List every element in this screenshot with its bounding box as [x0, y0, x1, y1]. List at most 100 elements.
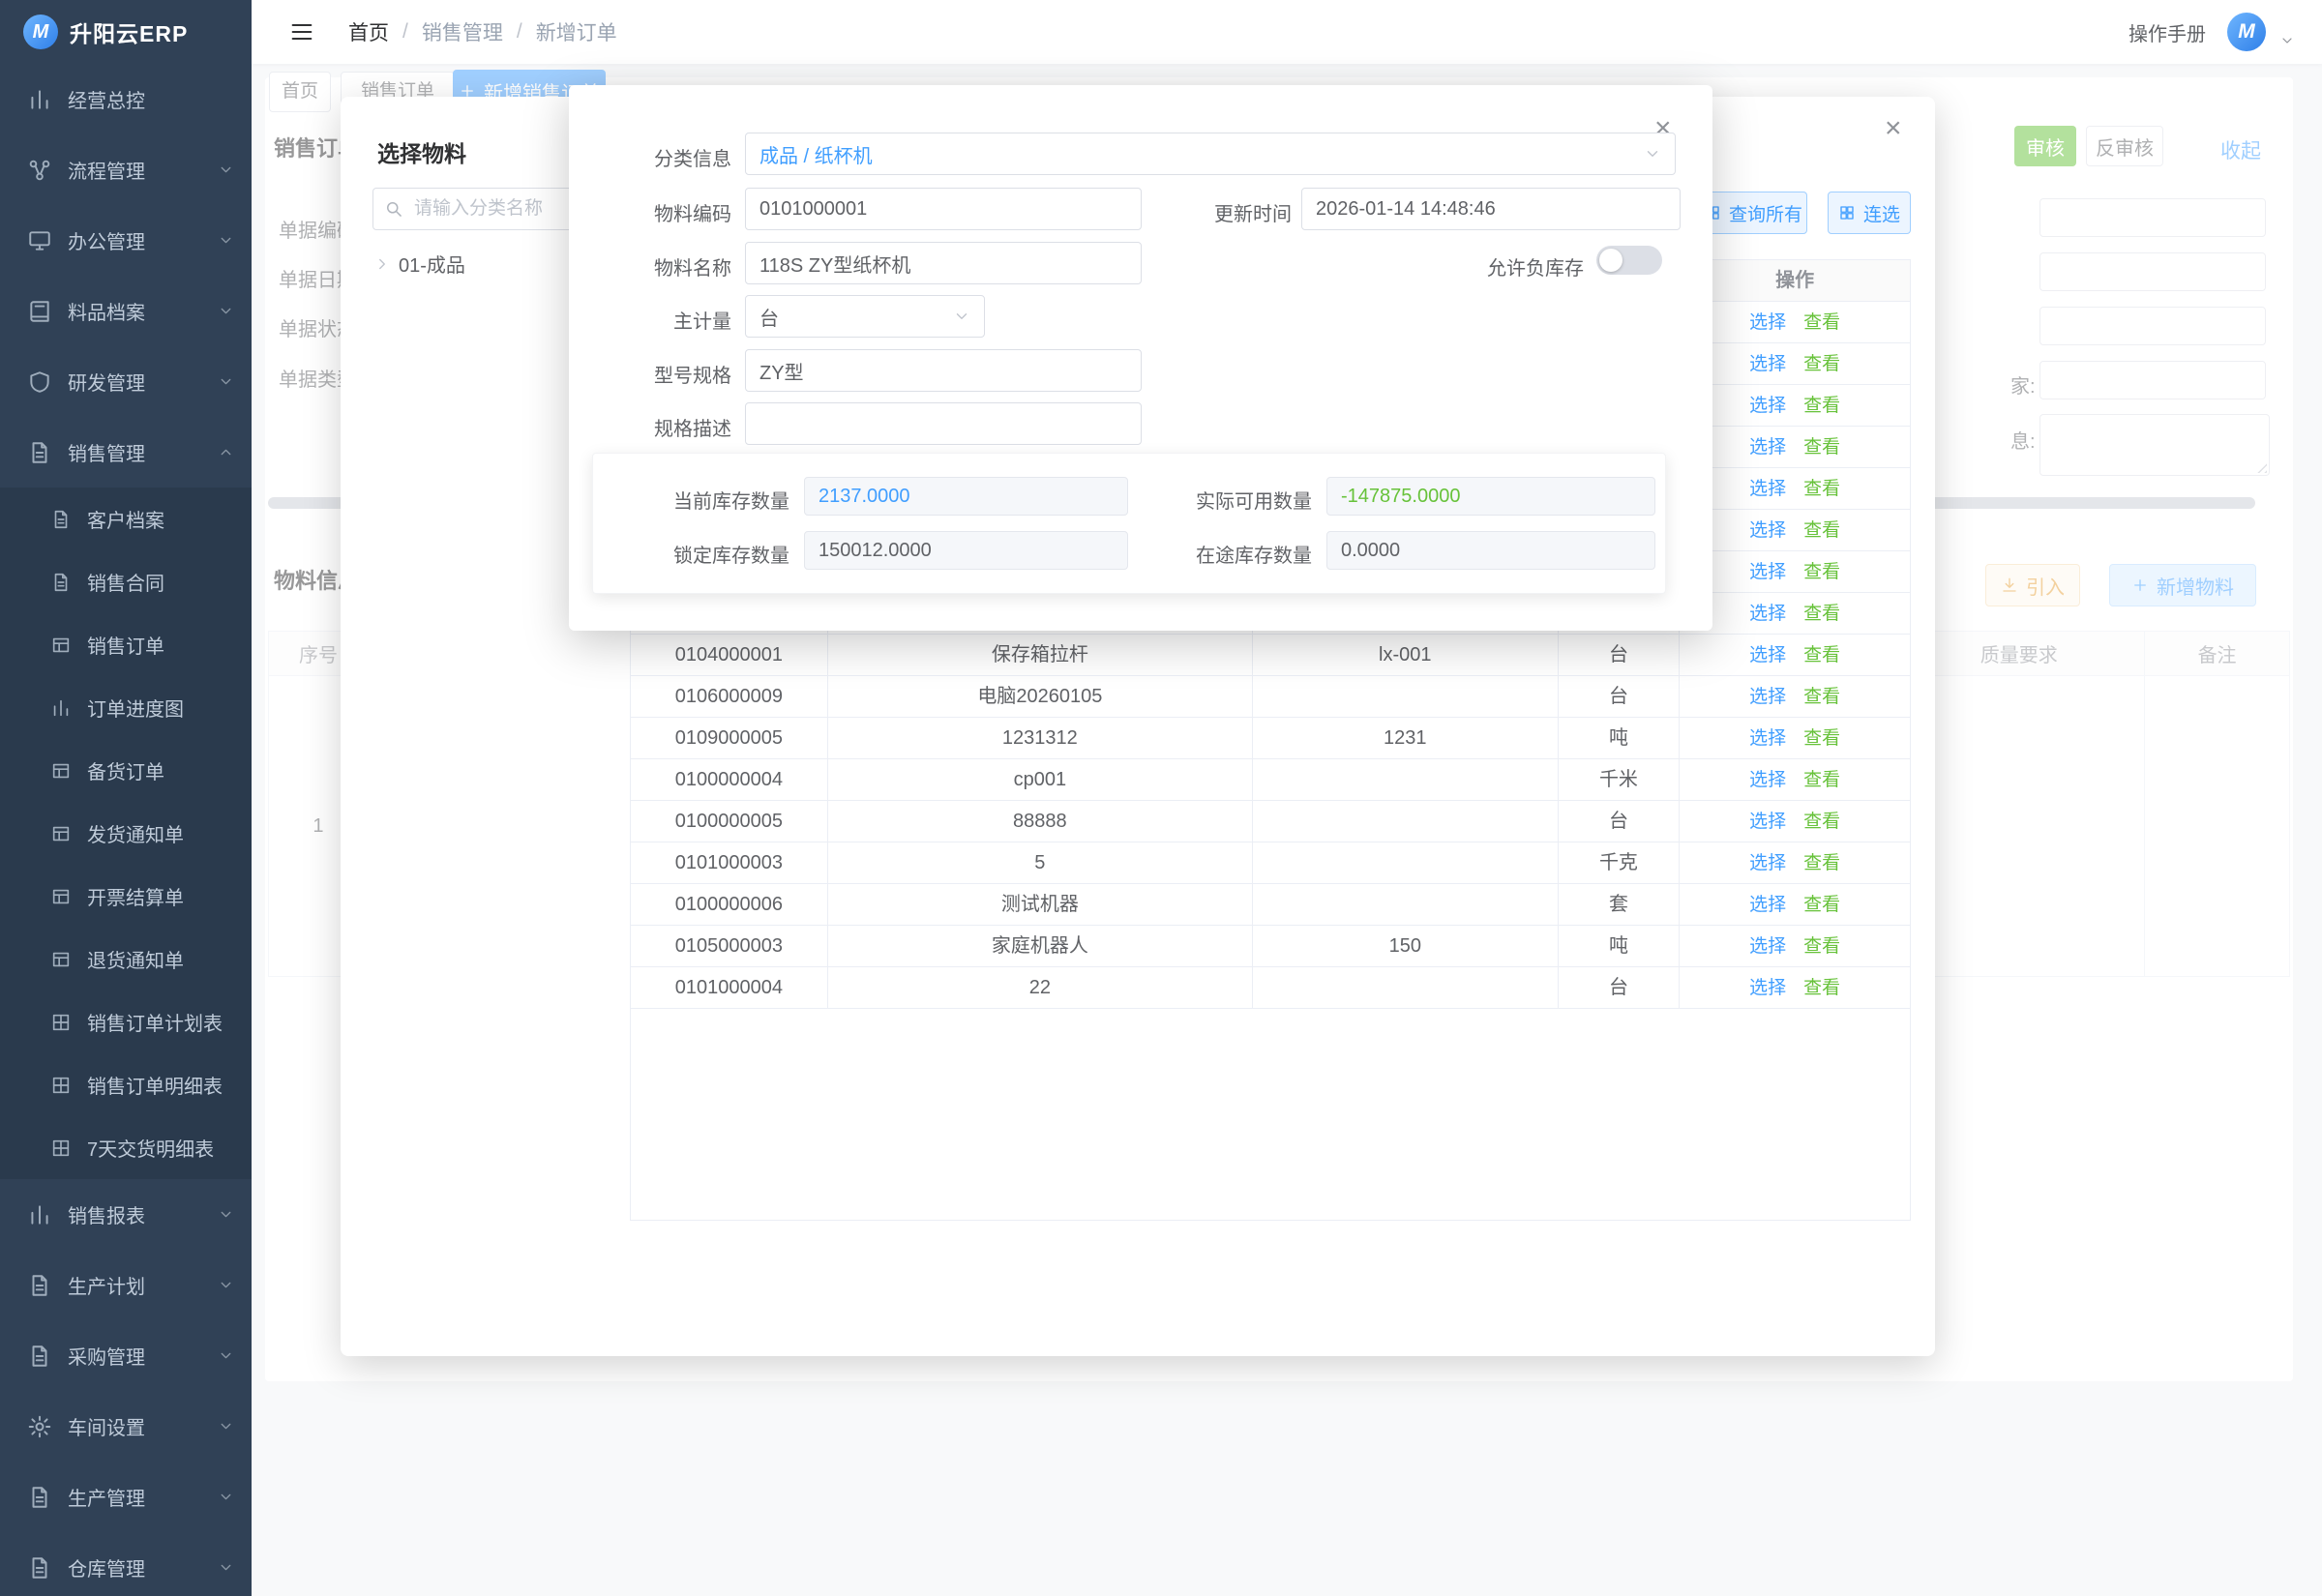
chevron-down-icon	[218, 1559, 234, 1576]
select-link[interactable]: 选择	[1749, 604, 1786, 624]
chevron-down-icon	[1644, 145, 1661, 163]
sidebar-collapse-icon[interactable]	[288, 18, 315, 45]
category-label: 分类信息	[596, 143, 731, 171]
select-link[interactable]: 选择	[1749, 812, 1786, 832]
select-link[interactable]: 选择	[1749, 687, 1786, 707]
transit-stock-input[interactable]	[1326, 531, 1655, 570]
select-link[interactable]: 选择	[1749, 396, 1786, 416]
select-link[interactable]: 选择	[1749, 978, 1786, 998]
chevron-down-icon[interactable]	[2279, 33, 2295, 48]
sidebar-subitem[interactable]: 销售订单计划表	[0, 990, 252, 1053]
select-link[interactable]: 选择	[1749, 354, 1786, 374]
sidebar-item[interactable]: 生产计划	[0, 1250, 252, 1320]
sidebar-subitem[interactable]: 7天交货明细表	[0, 1116, 252, 1179]
material-detail-dialog: × 分类信息 成品 / 纸杯机 物料编码 更新时间 物料名称 允许负库存 主计量…	[569, 85, 1712, 631]
material-code-input[interactable]	[745, 188, 1142, 230]
sidebar-item[interactable]: 销售报表	[0, 1179, 252, 1250]
category-tree-node[interactable]: 01-成品	[373, 250, 465, 278]
view-link[interactable]: 查看	[1803, 770, 1840, 790]
sidebar-item[interactable]: 办公管理	[0, 205, 252, 276]
select-link[interactable]: 选择	[1749, 437, 1786, 458]
view-link[interactable]: 查看	[1803, 354, 1840, 374]
select-link[interactable]: 选择	[1749, 312, 1786, 333]
sidebar-subitem-label: 退货通知单	[87, 945, 234, 973]
view-link[interactable]: 查看	[1803, 562, 1840, 582]
select-link[interactable]: 选择	[1749, 645, 1786, 665]
query-all-button[interactable]: 查询所有	[1699, 192, 1807, 234]
breadcrumb: 首页/销售管理/新增订单	[348, 17, 617, 46]
view-link[interactable]: 查看	[1803, 396, 1840, 416]
sidebar-item[interactable]: 仓库管理	[0, 1532, 252, 1596]
material-name-cell: 测试机器	[828, 884, 1253, 926]
view-link[interactable]: 查看	[1803, 479, 1840, 499]
material-name-cell: 5	[828, 842, 1253, 884]
select-link[interactable]: 选择	[1749, 770, 1786, 790]
material-spec-cell	[1253, 842, 1559, 884]
sidebar-item[interactable]: 生产管理	[0, 1462, 252, 1532]
sidebar-subitem[interactable]: 客户档案	[0, 488, 252, 550]
sidebar-subitem[interactable]: 销售合同	[0, 550, 252, 613]
category-select[interactable]: 成品 / 纸杯机	[745, 133, 1676, 175]
doc-icon	[27, 1344, 52, 1369]
sidebar-item[interactable]: 料品档案	[0, 276, 252, 346]
select-link[interactable]: 选择	[1749, 936, 1786, 957]
select-link[interactable]: 选择	[1749, 853, 1786, 873]
sidebar-subitem[interactable]: 退货通知单	[0, 928, 252, 990]
sidebar-subitem[interactable]: 备货订单	[0, 739, 252, 802]
view-link[interactable]: 查看	[1803, 812, 1840, 832]
sidebar-subitem[interactable]: 订单进度图	[0, 676, 252, 739]
sidebar-subitem[interactable]: 销售订单明细表	[0, 1053, 252, 1116]
select-link[interactable]: 选择	[1749, 728, 1786, 749]
breadcrumb-item[interactable]: 新增订单	[536, 17, 617, 46]
gear-icon	[27, 1414, 52, 1439]
select-link[interactable]: 选择	[1749, 479, 1786, 499]
sidebar-item[interactable]: 车间设置	[0, 1391, 252, 1462]
updated-time-input[interactable]	[1301, 188, 1681, 230]
select-link[interactable]: 选择	[1749, 562, 1786, 582]
locked-stock-input[interactable]	[804, 531, 1128, 570]
sidebar-subitem[interactable]: 销售订单	[0, 613, 252, 676]
select-link[interactable]: 选择	[1749, 520, 1786, 541]
material-name-cell: 22	[828, 967, 1253, 1009]
breadcrumb-item[interactable]: 首页	[348, 17, 389, 46]
material-name-input[interactable]	[745, 242, 1142, 284]
view-link[interactable]: 查看	[1803, 645, 1840, 665]
view-link[interactable]: 查看	[1803, 520, 1840, 541]
view-link[interactable]: 查看	[1803, 604, 1840, 624]
sidebar-item[interactable]: 销售管理	[0, 417, 252, 488]
material-op-cell: 选择查看	[1680, 676, 1910, 718]
negative-stock-toggle[interactable]	[1596, 246, 1662, 275]
sidebar-item-label: 销售管理	[68, 438, 218, 466]
model-input[interactable]	[745, 349, 1142, 392]
avatar[interactable]: M	[2227, 13, 2266, 51]
sidebar-item[interactable]: 流程管理	[0, 134, 252, 205]
close-icon[interactable]: ×	[1885, 114, 1902, 143]
view-link[interactable]: 查看	[1803, 312, 1840, 333]
view-link[interactable]: 查看	[1803, 437, 1840, 458]
select-link[interactable]: 选择	[1749, 895, 1786, 915]
view-link[interactable]: 查看	[1803, 728, 1840, 749]
unit-select[interactable]: 台	[745, 295, 985, 338]
view-link[interactable]: 查看	[1803, 853, 1840, 873]
breadcrumb-item[interactable]: 销售管理	[422, 17, 503, 46]
sidebar-item[interactable]: 研发管理	[0, 346, 252, 417]
sidebar-item[interactable]: 采购管理	[0, 1320, 252, 1391]
view-link[interactable]: 查看	[1803, 687, 1840, 707]
sidebar-subitem[interactable]: 开票结算单	[0, 865, 252, 928]
sidebar-item-label: 销售报表	[68, 1200, 218, 1228]
chevron-down-icon	[218, 373, 234, 390]
spec-input[interactable]	[745, 402, 1142, 445]
view-link[interactable]: 查看	[1803, 895, 1840, 915]
app-logo: M 升阳云ERP	[0, 0, 252, 64]
sidebar-item[interactable]: 经营总控	[0, 64, 252, 134]
sidebar-item-label: 办公管理	[68, 226, 218, 254]
multi-select-button[interactable]: 连选	[1828, 192, 1911, 234]
manual-link[interactable]: 操作手册	[2128, 18, 2206, 46]
sidebar-subitem[interactable]: 发货通知单	[0, 802, 252, 865]
table-icon	[50, 823, 72, 844]
material-code-cell: 0101000003	[631, 842, 828, 884]
view-link[interactable]: 查看	[1803, 978, 1840, 998]
view-link[interactable]: 查看	[1803, 936, 1840, 957]
available-stock-input[interactable]	[1326, 477, 1655, 516]
current-stock-input[interactable]	[804, 477, 1128, 516]
